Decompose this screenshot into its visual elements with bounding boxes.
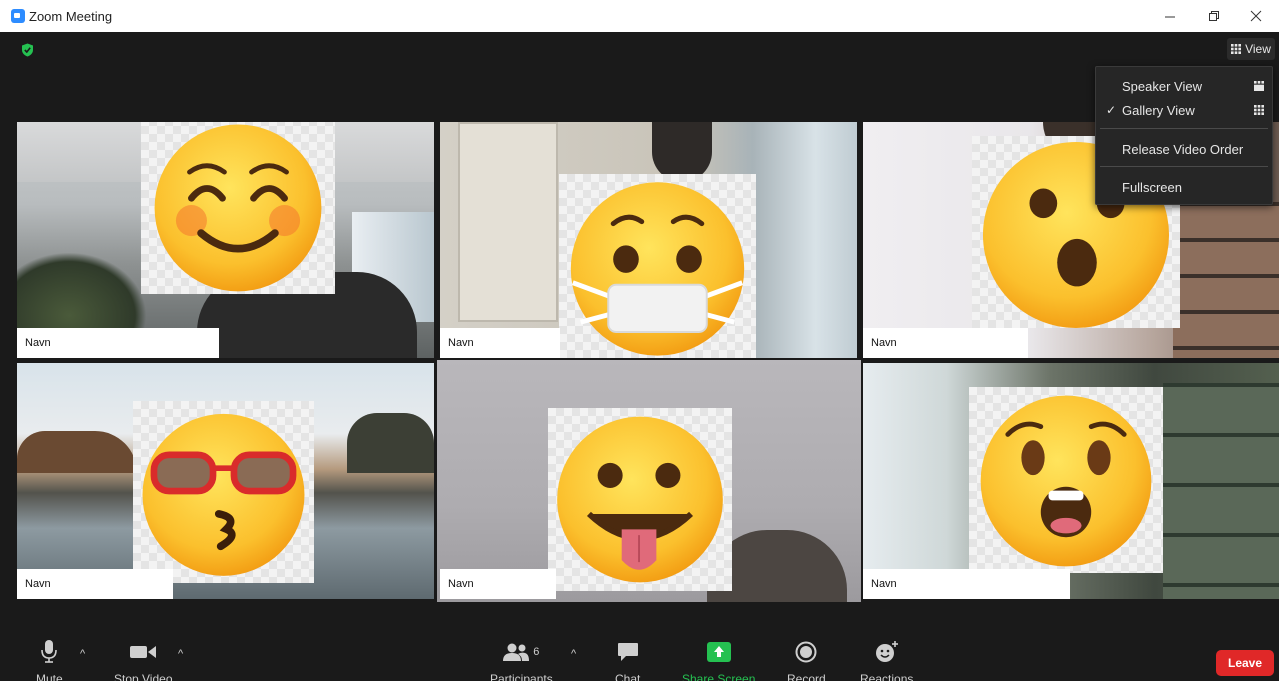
emoji-mask (141, 122, 335, 294)
leave-meeting-button[interactable]: Leave (1216, 650, 1274, 676)
zoom-logo-icon (11, 9, 25, 23)
close-button[interactable] (1233, 0, 1279, 32)
menu-item-label: Fullscreen (1122, 179, 1182, 195)
video-tile[interactable]: Navn (440, 122, 857, 358)
face-with-tongue-icon (557, 416, 723, 583)
video-tile-active-speaker[interactable]: Navn (437, 360, 861, 602)
emoji-mask (133, 401, 314, 583)
bookshelf (1173, 202, 1279, 358)
participant-name: Navn (863, 328, 1028, 358)
gallery-grid-icon (1254, 105, 1264, 115)
record-label: Record (787, 672, 826, 681)
window-title: Zoom Meeting (29, 8, 113, 24)
menu-item-fullscreen[interactable]: Fullscreen (1096, 176, 1272, 198)
astonished-face-icon (980, 395, 1152, 567)
checkmark-icon: ✓ (1106, 103, 1117, 117)
speaker-view-icon (1254, 81, 1264, 91)
menu-item-label: Gallery View (1122, 102, 1195, 118)
video-options-caret-icon[interactable]: ^ (178, 648, 183, 660)
participant-name: Navn (440, 328, 560, 358)
shield-check-icon[interactable] (21, 43, 34, 57)
share-screen-arrow-icon (706, 642, 731, 662)
menu-item-gallery-view[interactable]: ✓ Gallery View (1096, 99, 1272, 121)
restore-icon (1209, 11, 1219, 21)
participant-name: Navn (863, 569, 1070, 599)
kissing-face-sunglasses-icon (142, 413, 305, 576)
menu-item-speaker-view[interactable]: Speaker View (1096, 75, 1272, 97)
view-button-label: View (1245, 42, 1271, 56)
chat-button[interactable]: Chat (615, 640, 640, 681)
chat-label: Chat (615, 672, 641, 681)
door (458, 122, 558, 322)
reactions-label: Reactions (860, 672, 914, 681)
gallery-grid-icon (1231, 44, 1242, 54)
minimize-icon (1165, 16, 1175, 18)
close-icon (1250, 10, 1262, 22)
participant-name: Navn (17, 569, 173, 599)
trees (347, 413, 434, 473)
face-with-medical-mask-icon (570, 182, 745, 356)
reactions-emoji-icon (875, 641, 898, 662)
participants-label: Participants (490, 672, 553, 681)
emoji-mask (559, 174, 756, 358)
meeting-controls-toolbar: Mute ^ Stop Video ^ 6 Participants ^ Cha… (0, 620, 1279, 681)
view-menu: Speaker View ✓ Gallery View Release Vide… (1095, 66, 1273, 205)
menu-divider (1100, 166, 1268, 167)
share-screen-label: Share Screen (682, 672, 756, 681)
participants-icon (503, 643, 530, 661)
video-tile[interactable]: Navn (17, 363, 434, 599)
participant-name: Navn (440, 569, 556, 599)
stop-video-label: Stop Video (114, 672, 173, 681)
participants-count: 6 (533, 646, 540, 658)
title-bar: Zoom Meeting (0, 0, 1279, 32)
smiling-blush-face-icon (154, 124, 322, 292)
restore-button[interactable] (1191, 0, 1237, 32)
video-tile[interactable]: Navn (863, 363, 1279, 599)
participants-options-caret-icon[interactable]: ^ (571, 648, 576, 660)
zoom-meeting-window: Zoom Meeting View Speaker View ✓ Gallery… (0, 0, 1279, 681)
minimize-button[interactable] (1147, 0, 1193, 32)
participants-button[interactable]: 6 Participants (490, 640, 553, 681)
emoji-mask (969, 387, 1163, 573)
chat-bubble-icon (617, 643, 638, 661)
record-icon (795, 641, 817, 663)
stop-video-button[interactable]: Stop Video (114, 640, 173, 681)
mute-label: Mute (36, 672, 63, 681)
dark-object (652, 122, 712, 182)
menu-item-label: Speaker View (1122, 78, 1202, 94)
video-camera-icon (130, 646, 157, 658)
share-screen-button[interactable]: Share Screen (682, 640, 755, 681)
menu-divider (1100, 128, 1268, 129)
reactions-button[interactable]: Reactions (860, 640, 913, 681)
audio-options-caret-icon[interactable]: ^ (80, 648, 85, 660)
video-tile[interactable]: Navn (17, 122, 434, 358)
mute-button[interactable]: Mute (36, 640, 63, 681)
record-button[interactable]: Record (787, 640, 826, 681)
participant-name: Navn (17, 328, 219, 358)
menu-item-label: Release Video Order (1122, 141, 1244, 157)
microphone-icon (41, 640, 58, 663)
shelving (1163, 383, 1279, 599)
view-button[interactable]: View (1227, 38, 1275, 60)
menu-item-release-video-order[interactable]: Release Video Order (1096, 138, 1272, 160)
emoji-mask (548, 408, 732, 591)
